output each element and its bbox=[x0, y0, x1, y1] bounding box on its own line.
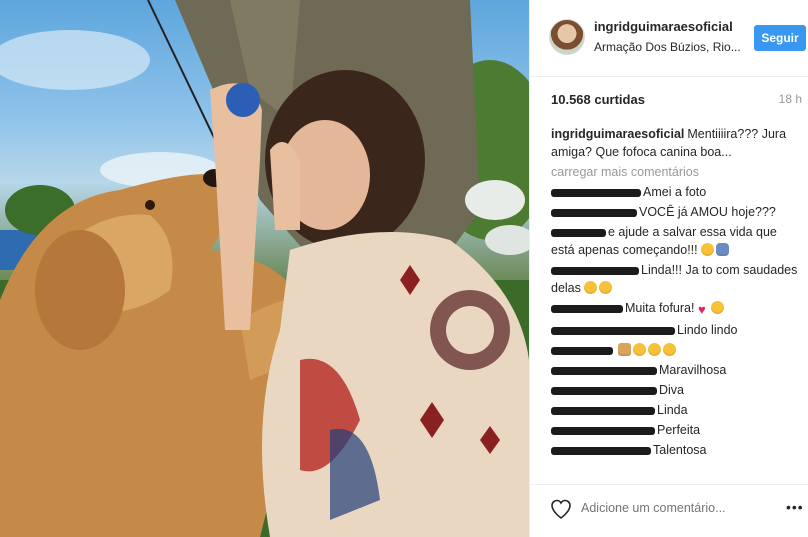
comment-item: Linda bbox=[551, 401, 803, 419]
comment-text: Talentosa bbox=[653, 443, 707, 457]
comment-text: Maravilhosa bbox=[659, 363, 727, 377]
redacted-username bbox=[551, 326, 675, 335]
comment-item: Talentosa bbox=[551, 441, 803, 459]
follow-button[interactable]: Seguir bbox=[754, 25, 806, 51]
redacted-username bbox=[551, 188, 641, 197]
comment-composer: ••• bbox=[530, 484, 808, 537]
comment-item: e ajude a salvar essa vida que está apen… bbox=[551, 223, 803, 259]
avatar[interactable] bbox=[549, 19, 585, 55]
comment-text: Amei a foto bbox=[643, 185, 707, 199]
comment-item: Diva bbox=[551, 381, 803, 399]
post-photo[interactable] bbox=[0, 0, 529, 537]
heart-outline-icon[interactable] bbox=[549, 497, 573, 521]
load-more-comments-link[interactable]: carregar mais comentários bbox=[551, 163, 803, 181]
location-link[interactable]: Armação Dos Búzios, Rio... bbox=[594, 40, 744, 54]
post-time[interactable]: 18 h bbox=[779, 92, 802, 106]
redacted-username bbox=[551, 426, 655, 435]
person-emoji-icon bbox=[716, 243, 730, 256]
post-header: ingridguimaraesoficial Armação Dos Búzio… bbox=[530, 0, 808, 77]
tongue-emoji-icon bbox=[584, 281, 598, 294]
post-side-panel: ingridguimaraesoficial Armação Dos Búzio… bbox=[529, 0, 808, 537]
comment-text: Muita fofura! bbox=[625, 301, 695, 315]
comment-text: Lindo lindo bbox=[677, 323, 738, 337]
redacted-username bbox=[551, 208, 637, 217]
comment-text: Linda bbox=[657, 403, 688, 417]
redacted-username bbox=[551, 366, 657, 375]
comment-item bbox=[551, 341, 803, 359]
add-comment-input[interactable] bbox=[581, 501, 781, 515]
redacted-username bbox=[551, 346, 613, 355]
comments-list: ingridguimaraesoficial Mentiiiira??? Jura… bbox=[551, 125, 803, 475]
more-dots-icon[interactable]: ••• bbox=[786, 499, 804, 515]
heart-emoji-icon: ♥ bbox=[697, 302, 706, 317]
photo-illustration bbox=[0, 0, 529, 537]
heart-eyes-emoji-icon bbox=[663, 343, 677, 356]
username-link[interactable]: ingridguimaraesoficial bbox=[594, 19, 733, 34]
comment-item: Linda!!! Ja to com saudades delas bbox=[551, 261, 803, 297]
comment-item: Amei a foto bbox=[551, 183, 803, 201]
redacted-username bbox=[551, 266, 639, 275]
comment-text: Diva bbox=[659, 383, 685, 397]
redacted-username bbox=[551, 386, 657, 395]
grin-emoji-icon bbox=[599, 281, 613, 294]
smile-emoji-icon bbox=[701, 243, 715, 256]
comment-item: Lindo lindo bbox=[551, 321, 803, 339]
redacted-username bbox=[551, 406, 655, 415]
dog-emoji-icon bbox=[618, 343, 632, 356]
comment-item: Maravilhosa bbox=[551, 361, 803, 379]
caption: ingridguimaraesoficial Mentiiiira??? Jura… bbox=[551, 125, 803, 161]
comment-item: VOCÊ já AMOU hoje??? bbox=[551, 203, 803, 221]
caption-username[interactable]: ingridguimaraesoficial bbox=[551, 127, 684, 141]
comment-item: Perfeita bbox=[551, 421, 803, 439]
heart-eyes-emoji-icon bbox=[633, 343, 647, 356]
redacted-username bbox=[551, 228, 606, 237]
redacted-username bbox=[551, 304, 623, 313]
comment-text: Perfeita bbox=[657, 423, 701, 437]
tongue-emoji-icon bbox=[711, 301, 725, 314]
likes-count[interactable]: 10.568 curtidas bbox=[551, 92, 645, 107]
heart-eyes-emoji-icon bbox=[648, 343, 662, 356]
redacted-username bbox=[551, 446, 651, 455]
comment-text: VOCÊ já AMOU hoje??? bbox=[639, 205, 776, 219]
comment-item: Muita fofura! ♥ bbox=[551, 299, 803, 319]
